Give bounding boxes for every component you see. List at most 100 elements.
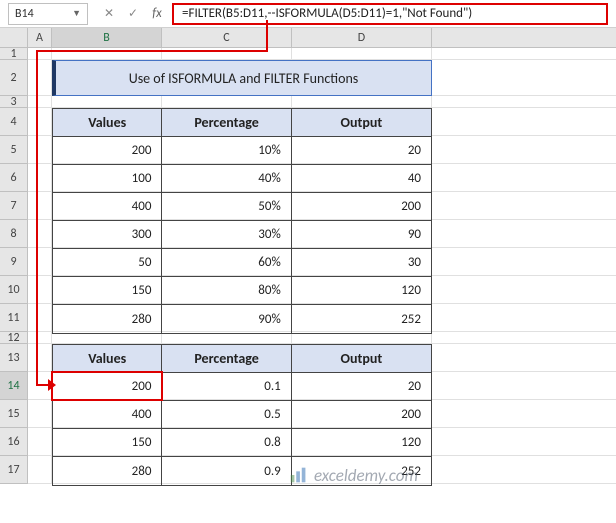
title-text: Use of ISFORMULA and FILTER Functions xyxy=(129,70,359,87)
formula-bar-wrap: =FILTER(B5:D11,--ISFORMULA(D5:D11)=1,"No… xyxy=(172,3,608,25)
table-cell[interactable]: 30% xyxy=(162,221,291,249)
table-cell[interactable]: 120 xyxy=(292,277,431,305)
cell[interactable] xyxy=(28,192,52,219)
grid[interactable]: Use of ISFORMULA and FILTER Functions Va… xyxy=(28,48,616,484)
source-table: ValuesPercentageOutput20010%2010040%4040… xyxy=(52,108,432,334)
row-header-17[interactable]: 17 xyxy=(0,456,28,484)
formula-bar[interactable]: =FILTER(B5:D11,--ISFORMULA(D5:D11)=1,"No… xyxy=(172,3,608,25)
row-header-10[interactable]: 10 xyxy=(0,276,28,304)
formula-buttons: ✕ ✓ fx xyxy=(98,4,168,24)
row-header-14[interactable]: 14 xyxy=(0,372,28,400)
sheet-body: 1234567891011121314151617 Use of ISFORMU… xyxy=(0,48,616,484)
cell[interactable] xyxy=(28,400,52,427)
cancel-formula-icon[interactable]: ✕ xyxy=(98,4,120,24)
table-cell[interactable]: 90% xyxy=(162,305,291,333)
table-cell[interactable]: 20 xyxy=(292,137,431,165)
row-header-13[interactable]: 13 xyxy=(0,344,28,372)
row-header-3[interactable]: 3 xyxy=(0,96,28,108)
column-header-A[interactable]: A xyxy=(28,28,52,47)
table-cell[interactable]: 80% xyxy=(162,277,291,305)
row-header-15[interactable]: 15 xyxy=(0,400,28,428)
cell[interactable] xyxy=(28,136,52,163)
row-header-7[interactable]: 7 xyxy=(0,192,28,220)
column-header-D[interactable]: D xyxy=(292,28,432,47)
table-header-cell: Output xyxy=(292,109,431,137)
row-header-1[interactable]: 1 xyxy=(0,48,28,60)
cell[interactable] xyxy=(28,372,52,399)
cell[interactable] xyxy=(28,220,52,247)
cell[interactable] xyxy=(28,304,52,331)
table-row: 1500.8120 xyxy=(53,429,431,457)
table-header-cell: Values xyxy=(53,109,162,137)
row-header-12[interactable]: 12 xyxy=(0,332,28,344)
cell[interactable] xyxy=(28,60,52,95)
table-cell[interactable]: 280 xyxy=(53,457,162,485)
table-cell[interactable]: 280 xyxy=(53,305,162,333)
row-header-11[interactable]: 11 xyxy=(0,304,28,332)
row-header-5[interactable]: 5 xyxy=(0,136,28,164)
cell[interactable] xyxy=(52,48,162,59)
accept-formula-icon[interactable]: ✓ xyxy=(122,4,144,24)
row-header-9[interactable]: 9 xyxy=(0,248,28,276)
table-cell[interactable]: 0.8 xyxy=(162,429,291,457)
table-cell[interactable]: 200 xyxy=(53,373,162,401)
table-cell[interactable]: 10% xyxy=(162,137,291,165)
row-header-6[interactable]: 6 xyxy=(0,164,28,192)
table-cell[interactable]: 400 xyxy=(53,401,162,429)
column-header-C[interactable]: C xyxy=(162,28,292,47)
row-header-2[interactable]: 2 xyxy=(0,60,28,96)
table-cell[interactable]: 60% xyxy=(162,249,291,277)
table-cell[interactable]: 30 xyxy=(292,249,431,277)
table-cell[interactable]: 40% xyxy=(162,165,291,193)
row-header-16[interactable]: 16 xyxy=(0,428,28,456)
row-headers: 1234567891011121314151617 xyxy=(0,48,28,484)
cell[interactable] xyxy=(28,96,52,107)
table-cell[interactable]: 200 xyxy=(292,401,431,429)
table-cell[interactable]: 150 xyxy=(53,429,162,457)
cell[interactable] xyxy=(162,48,292,59)
cell[interactable] xyxy=(292,96,432,107)
table-cell[interactable]: 150 xyxy=(53,277,162,305)
row-header-8[interactable]: 8 xyxy=(0,220,28,248)
cell[interactable] xyxy=(28,48,52,59)
table-row: 15080%120 xyxy=(53,277,431,305)
table-cell[interactable]: 0.1 xyxy=(162,373,291,401)
cell[interactable] xyxy=(28,332,52,343)
table-cell[interactable]: 120 xyxy=(292,429,431,457)
cell[interactable] xyxy=(28,276,52,303)
cell[interactable] xyxy=(28,108,52,135)
name-box[interactable]: B14 ▼ xyxy=(8,3,88,25)
table-cell[interactable]: 40 xyxy=(292,165,431,193)
table-cell[interactable]: 90 xyxy=(292,221,431,249)
table-cell[interactable]: 0.9 xyxy=(162,457,291,485)
table-cell[interactable]: 400 xyxy=(53,193,162,221)
cell[interactable] xyxy=(52,96,162,107)
table-cell[interactable]: 100 xyxy=(53,165,162,193)
formula-bar-row: B14 ▼ ✕ ✓ fx =FILTER(B5:D11,--ISFORMULA(… xyxy=(0,0,616,28)
select-all-corner[interactable] xyxy=(0,28,28,47)
cell[interactable] xyxy=(292,48,432,59)
cell[interactable] xyxy=(28,428,52,455)
row-header-4[interactable]: 4 xyxy=(0,108,28,136)
cell[interactable] xyxy=(28,344,52,371)
table-cell[interactable]: 0.5 xyxy=(162,401,291,429)
table-cell[interactable]: 50% xyxy=(162,193,291,221)
table-cell[interactable]: 300 xyxy=(53,221,162,249)
column-headers: ABCD xyxy=(0,28,616,48)
table-cell[interactable]: 50 xyxy=(53,249,162,277)
table-header-cell: Output xyxy=(292,345,431,373)
chevron-down-icon[interactable]: ▼ xyxy=(72,8,81,19)
cell[interactable] xyxy=(28,456,52,483)
column-header-B[interactable]: B xyxy=(52,28,162,47)
table-cell[interactable]: 252 xyxy=(292,305,431,333)
page-title: Use of ISFORMULA and FILTER Functions xyxy=(52,60,432,96)
table-cell[interactable]: 20 xyxy=(292,373,431,401)
cell[interactable] xyxy=(162,96,292,107)
table-cell[interactable]: 200 xyxy=(53,137,162,165)
cell[interactable] xyxy=(28,248,52,275)
cell[interactable] xyxy=(28,164,52,191)
table-cell[interactable]: 200 xyxy=(292,193,431,221)
insert-function-icon[interactable]: fx xyxy=(146,4,168,24)
formula-text: =FILTER(B5:D11,--ISFORMULA(D5:D11)=1,"No… xyxy=(182,6,472,21)
table-header-row: ValuesPercentageOutput xyxy=(53,345,431,373)
